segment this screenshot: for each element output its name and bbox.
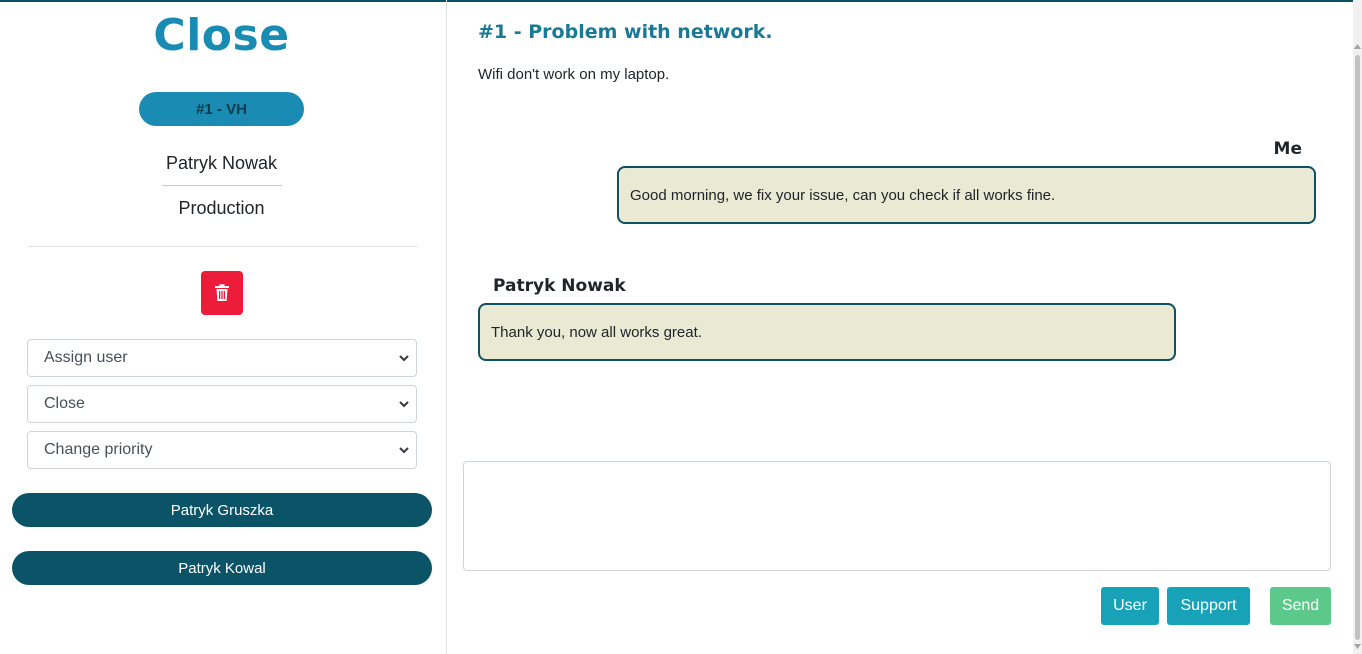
assign-user-select-value: Assign user <box>44 349 128 366</box>
status-select[interactable]: Close <box>27 385 417 423</box>
ticket-id-badge: #1 - VH <box>139 92 304 126</box>
ticket-sidebar: Close #1 - VH Patryk Nowak Production As… <box>0 0 447 654</box>
ticket-department: Production <box>178 198 265 218</box>
assign-user-select[interactable]: Assign user <box>27 339 417 377</box>
message-text: Good morning, we fix your issue, can you… <box>630 186 1056 204</box>
message-author: Patryk Nowak <box>493 276 626 296</box>
scroll-up-icon[interactable] <box>1353 40 1362 52</box>
sidebar-divider <box>28 246 417 247</box>
message-text: Thank you, now all works great. <box>491 323 702 341</box>
scroll-down-icon[interactable] <box>1353 640 1362 652</box>
delete-ticket-button[interactable] <box>201 271 243 315</box>
message-bubble: Thank you, now all works great. <box>478 303 1176 361</box>
ticket-status-title: Close <box>153 10 290 61</box>
message-bubble: Good morning, we fix your issue, can you… <box>617 166 1316 224</box>
name-divider <box>162 185 282 186</box>
message-author: Me <box>1273 139 1302 159</box>
chevron-down-icon <box>399 401 409 408</box>
agent-button[interactable]: Patryk Kowal <box>12 551 432 585</box>
agent-button[interactable]: Patryk Gruszka <box>12 493 432 527</box>
issue-description: Wifi don't work on my laptop. <box>478 66 670 83</box>
trash-icon <box>215 284 229 301</box>
send-button[interactable]: Send <box>1270 587 1331 625</box>
support-button[interactable]: Support <box>1167 587 1250 625</box>
chevron-down-icon <box>399 355 409 362</box>
priority-select-value: Change priority <box>44 441 153 458</box>
ticket-user-name: Patryk Nowak <box>165 153 278 173</box>
scrollbar-thumb[interactable] <box>1355 55 1360 640</box>
chevron-down-icon <box>399 447 409 454</box>
reply-textarea[interactable] <box>463 461 1331 571</box>
user-button[interactable]: User <box>1101 587 1159 625</box>
priority-select[interactable]: Change priority <box>27 431 417 469</box>
issue-title: #1 - Problem with network. <box>478 21 773 43</box>
status-select-value: Close <box>44 395 85 412</box>
page-scrollbar[interactable] <box>1353 0 1362 654</box>
